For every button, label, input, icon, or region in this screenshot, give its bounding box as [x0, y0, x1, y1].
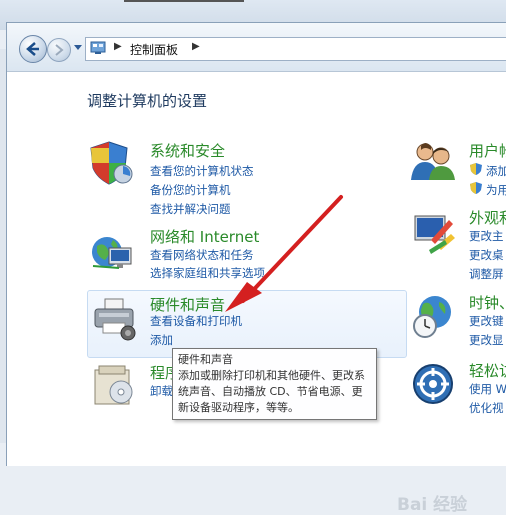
forward-button[interactable]: [47, 38, 71, 62]
tooltip-title: 硬件和声音: [178, 353, 233, 366]
uac-shield-icon: [470, 163, 482, 175]
page-title: 调整计算机的设置: [87, 92, 208, 110]
link-network-status[interactable]: 查看网络状态和任务: [150, 247, 254, 263]
address-bar[interactable]: ▶ 控制面板 ▶: [85, 37, 506, 61]
link-optimize-visual[interactable]: 优化视: [469, 400, 504, 416]
shield-icon[interactable]: [89, 140, 135, 186]
watermark: Bai 经验: [397, 495, 468, 515]
back-button[interactable]: [19, 35, 47, 63]
control-panel-icon: [90, 41, 106, 54]
category-title-system-security[interactable]: 系统和安全: [150, 140, 225, 161]
left-scrollbar[interactable]: [0, 49, 6, 443]
recent-pages-dropdown-icon[interactable]: [74, 45, 82, 51]
link-backup-computer[interactable]: 备份您的计算机: [150, 182, 231, 198]
breadcrumb-separator-icon[interactable]: ▶: [114, 41, 122, 52]
category-title-network-internet[interactable]: 网络和 Internet: [150, 226, 259, 247]
link-adjust-screen[interactable]: 调整屏: [469, 266, 504, 282]
navigation-bar: ▶ 控制面板 ▶: [7, 23, 506, 72]
category-title-hardware-sound[interactable]: 硬件和声音: [150, 294, 225, 315]
programs-icon[interactable]: [91, 364, 137, 408]
link-add-account[interactable]: 添加: [486, 163, 506, 179]
category-title-clock-language[interactable]: 时钟、: [469, 292, 506, 313]
link-change-theme[interactable]: 更改主: [469, 228, 504, 244]
link-change-display[interactable]: 更改显: [469, 332, 504, 348]
forward-arrow-icon: [55, 44, 64, 56]
uac-shield-icon: [470, 182, 482, 194]
link-change-keyboard[interactable]: 更改键: [469, 313, 504, 329]
back-arrow-icon: [26, 42, 39, 56]
network-globe-icon[interactable]: [89, 232, 135, 272]
printer-icon[interactable]: [91, 295, 137, 341]
link-homegroup-sharing[interactable]: 选择家庭组和共享选项: [150, 265, 265, 281]
link-use-windows[interactable]: 使用 W: [469, 381, 506, 397]
link-uninstall[interactable]: 卸载: [150, 383, 173, 399]
category-title-ease-of-access[interactable]: 轻松访: [469, 360, 506, 381]
tooltip-body: 添加或删除打印机和其他硬件、更改系统声音、自动播放 CD、节省电源、更新设备驱动…: [178, 369, 365, 414]
category-title-appearance[interactable]: 外观和: [469, 207, 506, 228]
link-troubleshoot[interactable]: 查找并解决问题: [150, 201, 231, 217]
link-devices-printers[interactable]: 查看设备和打印机: [150, 313, 242, 329]
link-change-desktop[interactable]: 更改桌: [469, 247, 504, 263]
ease-of-access-icon[interactable]: [411, 362, 455, 406]
link-for-user[interactable]: 为用: [486, 182, 506, 198]
breadcrumb-control-panel[interactable]: 控制面板: [130, 41, 178, 58]
control-panel-window: ▶ 控制面板 ▶ 调整计算机的设置 系统和安全 查看您的计算机状态 备份您的计算…: [6, 22, 506, 515]
link-view-computer-status[interactable]: 查看您的计算机状态: [150, 163, 254, 179]
link-add-device[interactable]: 添加: [150, 332, 173, 348]
tooltip: 硬件和声音 添加或删除打印机和其他硬件、更改系统声音、自动播放 CD、节省电源、…: [172, 348, 377, 420]
main-content: 调整计算机的设置 系统和安全 查看您的计算机状态 备份您的计算机 查找并解决问题…: [7, 72, 506, 515]
appearance-icon[interactable]: [411, 210, 455, 254]
clock-globe-icon[interactable]: [411, 294, 457, 340]
users-icon[interactable]: [409, 140, 457, 182]
category-title-user-accounts[interactable]: 用户帐: [469, 140, 506, 161]
breadcrumb-separator-icon[interactable]: ▶: [192, 41, 200, 52]
